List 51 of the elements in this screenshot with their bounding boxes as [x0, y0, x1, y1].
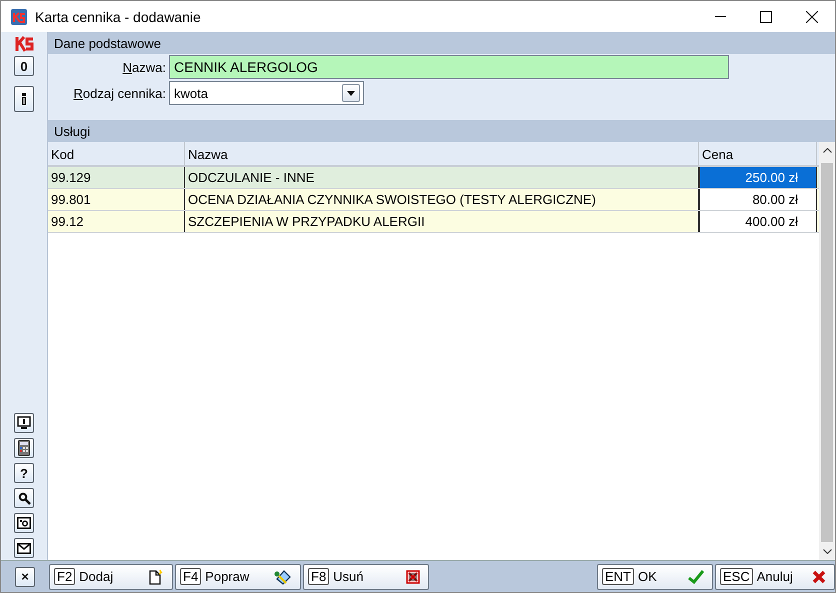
section-header: Usługi [48, 120, 835, 142]
action-button[interactable]: F2 Dodaj [49, 564, 173, 590]
window-title: Karta cennika - dodawanie [35, 8, 202, 24]
toolbar-button[interactable] [14, 86, 34, 112]
toolbar-button[interactable] [14, 538, 34, 558]
cancel-button[interactable]: ESC Anuluj [715, 564, 835, 590]
toolbar-button[interactable] [14, 413, 34, 433]
table-cell: 99.801 [48, 189, 185, 210]
toolbar-button[interactable]: ? [14, 463, 34, 483]
edit-icon [274, 568, 292, 584]
table-row[interactable]: 99.801 OCENA DZIAŁANIA CZYNNIKA SWOISTEGO (TESTY ALERGICZNE) 80.00 zł [48, 189, 819, 211]
toolbar-button[interactable] [14, 438, 34, 458]
scroll-up-icon [822, 148, 832, 153]
table-cell: 400.00 zł [699, 211, 817, 232]
field-label: Rodzaj cennika: [72, 86, 167, 100]
calculator-icon [18, 440, 30, 456]
toolbar-button[interactable] [14, 513, 34, 533]
delete-icon [406, 570, 420, 584]
table-row[interactable]: 99.129 ODCZULANIE - INNE 250.00 zł [48, 167, 819, 189]
dropdown-value: kwota [174, 86, 208, 100]
table-cell: 99.12 [48, 211, 185, 232]
minimize-icon [714, 16, 726, 17]
info-icon [20, 93, 28, 105]
action-button[interactable]: F4 Popraw [175, 564, 301, 590]
toolbar-button[interactable] [14, 488, 34, 508]
name-field[interactable]: CENNIK ALERGOLOG [169, 55, 729, 79]
toolbar-button[interactable]: 0 [14, 56, 34, 76]
dropdown-arrow-icon [347, 90, 355, 96]
field-label: Nazwa: [122, 60, 167, 74]
scroll-down-icon [822, 549, 832, 554]
maximize-icon [760, 10, 772, 22]
photo-icon [17, 517, 31, 529]
close-icon [806, 10, 818, 22]
table-cell: 80.00 zł [699, 189, 817, 210]
cancel-icon [812, 570, 826, 584]
ok-button[interactable]: ENT OK [597, 564, 713, 590]
monitor-icon [17, 416, 31, 430]
checkmark-icon [688, 570, 704, 584]
action-button[interactable]: F8 Usuń [303, 564, 429, 590]
search-icon [18, 492, 30, 504]
new-page-icon [148, 568, 164, 584]
table-cell: 250.00 zł [699, 167, 817, 188]
scrollbar[interactable] [819, 142, 835, 560]
section-header: Dane podstawowe [48, 32, 835, 54]
ks-logo-icon [14, 36, 34, 52]
mail-icon [17, 542, 31, 554]
table-cell: 99.129 [48, 167, 185, 188]
toolbar-button[interactable]: × [15, 566, 35, 586]
type-dropdown[interactable]: kwota [169, 81, 364, 105]
table-row[interactable]: 99.12 SZCZEPIENIA W PRZYPADKU ALERGII 400.00 zł [48, 211, 819, 233]
app-logo-icon [11, 8, 27, 24]
